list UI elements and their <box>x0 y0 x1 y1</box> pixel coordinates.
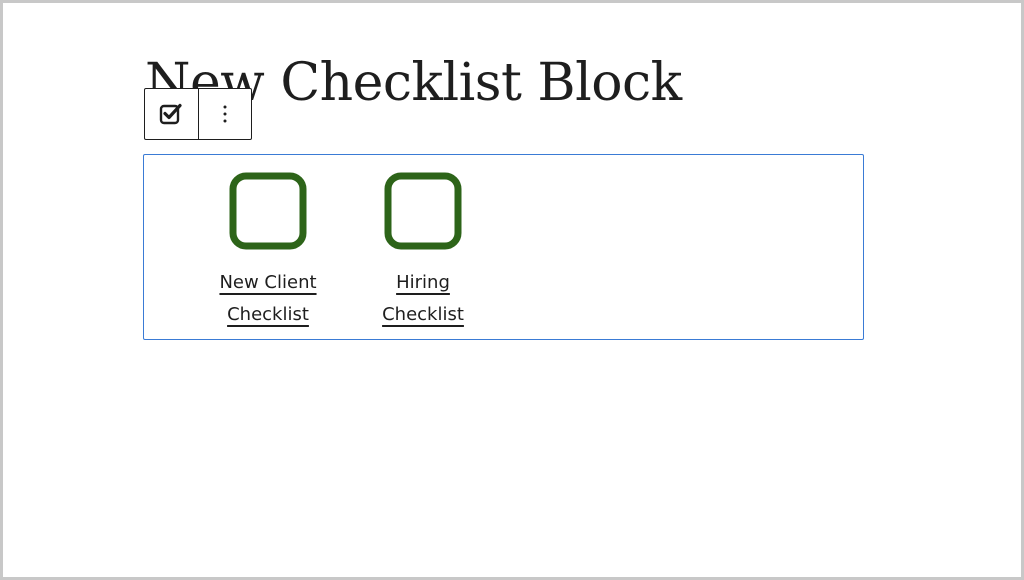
block-type-button[interactable] <box>145 89 198 139</box>
options-button[interactable] <box>197 89 252 139</box>
vertical-ellipsis-icon <box>223 105 227 123</box>
block-toolbar <box>144 88 252 140</box>
checklist-block[interactable]: New Client Checklist Hiring Checklist <box>143 154 864 340</box>
editor-canvas: New Checklist Block New Client Checklist <box>0 0 1024 580</box>
checklist-item-hiring[interactable]: Hiring Checklist <box>358 171 488 331</box>
checklist-item-label[interactable]: Hiring Checklist <box>382 267 464 331</box>
checklist-item-label[interactable]: New Client Checklist <box>219 267 316 331</box>
checkbox-unchecked-icon[interactable] <box>383 171 463 251</box>
checkbox-unchecked-icon[interactable] <box>228 171 308 251</box>
checklist-item-new-client[interactable]: New Client Checklist <box>203 171 333 331</box>
checkbox-checked-icon <box>160 103 182 125</box>
